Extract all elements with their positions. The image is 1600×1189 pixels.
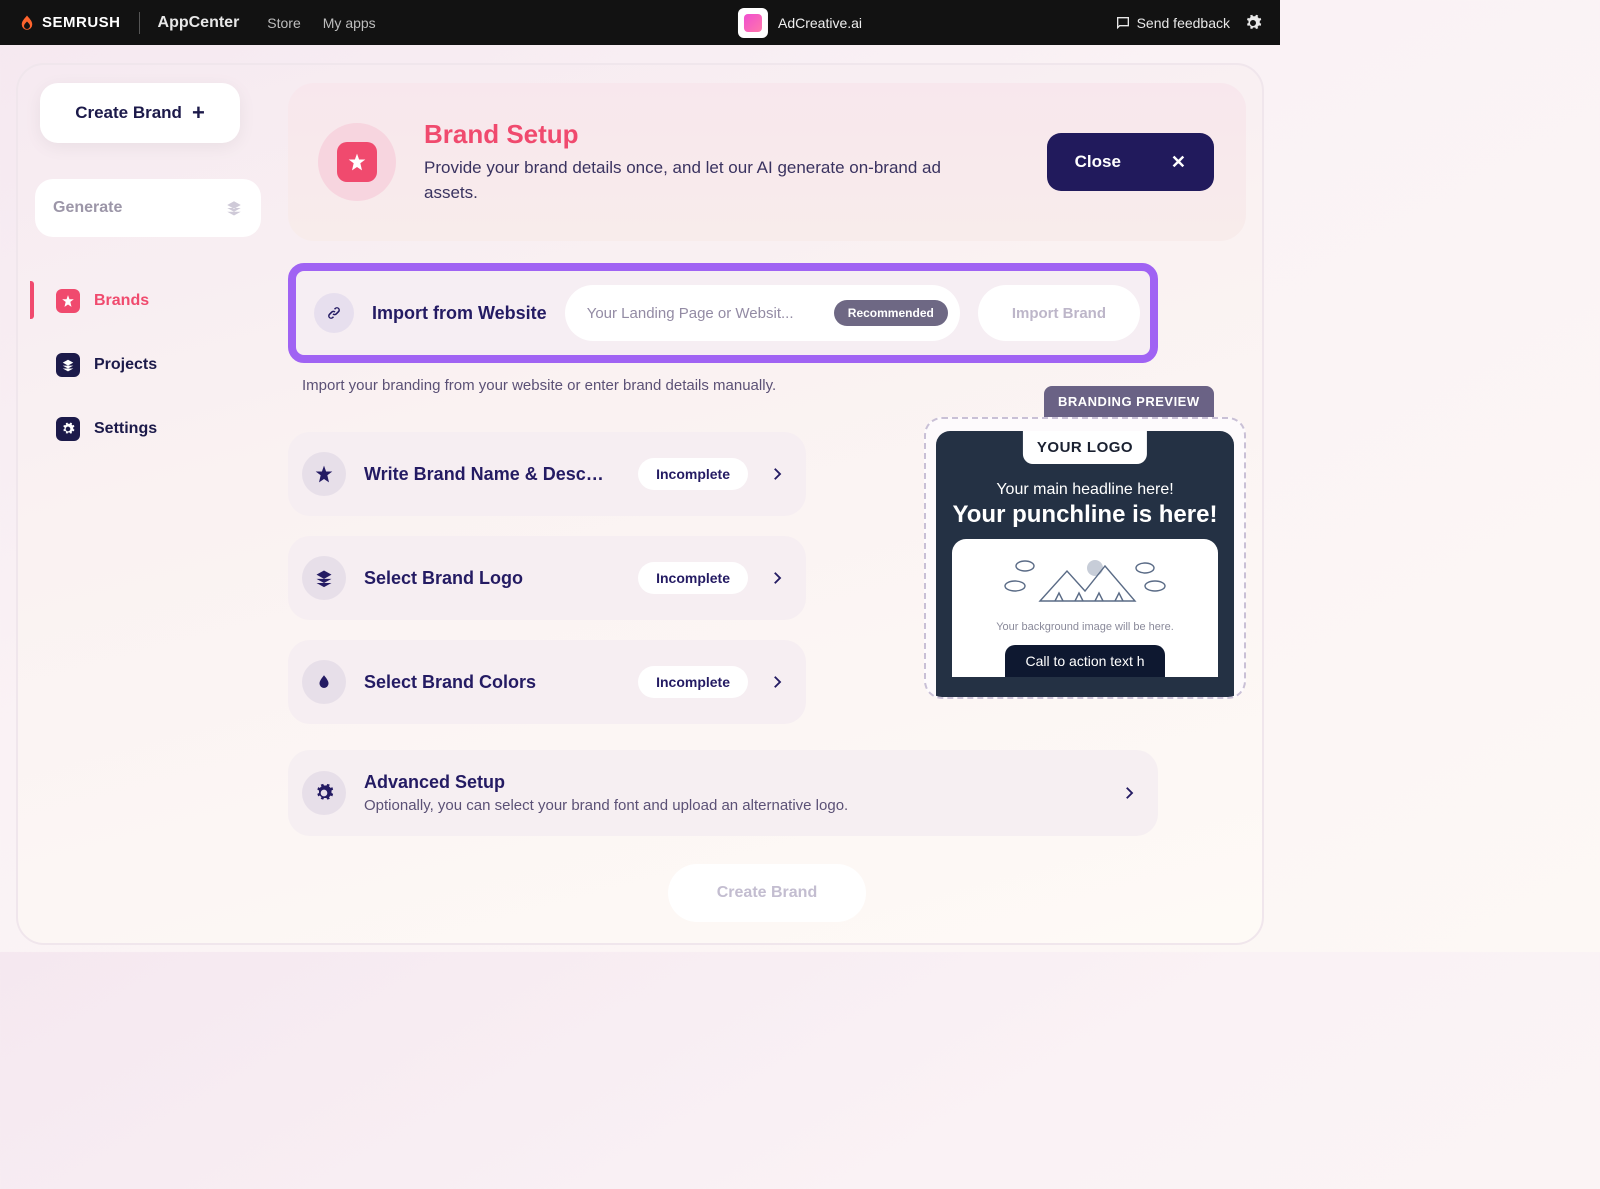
plus-icon: + [192, 100, 205, 126]
sidebar-nav: Brands Projects Settings [34, 289, 270, 441]
appcenter-label[interactable]: AppCenter [158, 14, 240, 32]
preview-bg-text: Your background image will be here. [966, 621, 1204, 633]
app-icon [738, 8, 768, 38]
import-from-website-row: Import from Website Recommended Import B… [288, 263, 1158, 363]
top-nav: Store My apps [267, 15, 375, 31]
gear-solid-icon [302, 771, 346, 815]
sidebar-item-brands[interactable]: Brands [56, 289, 270, 313]
sidebar-label-settings: Settings [94, 420, 157, 438]
app-name: AdCreative.ai [778, 15, 862, 31]
status-badge: Incomplete [638, 458, 748, 490]
create-brand-label: Create Brand [75, 103, 182, 123]
sidebar-item-settings[interactable]: Settings [56, 417, 270, 441]
mountain-sketch-icon [966, 555, 1204, 613]
chevron-right-icon [768, 673, 786, 691]
chevron-right-icon [768, 569, 786, 587]
close-button[interactable]: Close ✕ [1047, 133, 1214, 191]
import-title: Import from Website [372, 303, 547, 324]
feedback-label: Send feedback [1137, 15, 1230, 31]
advanced-title: Advanced Setup [364, 772, 1100, 793]
nav-store[interactable]: Store [267, 15, 300, 31]
sidebar-label-projects: Projects [94, 356, 157, 374]
preview-image-area: Your background image will be here. Call… [952, 539, 1218, 677]
ad-preview: YOUR LOGO Your main headline here! Your … [936, 431, 1234, 697]
top-bar: SEMRUSH AppCenter Store My apps AdCreati… [0, 0, 1280, 45]
close-label: Close [1075, 152, 1121, 172]
create-brand-button[interactable]: Create Brand + [40, 83, 240, 143]
step-title: Select Brand Colors [364, 672, 620, 693]
generate-card[interactable]: Generate [35, 179, 261, 237]
step-brand-logo[interactable]: Select Brand Logo Incomplete [288, 536, 806, 620]
preview-column: BRANDING PREVIEW YOUR LOGO Your main hea… [924, 386, 1246, 744]
star-filled-icon [302, 452, 346, 496]
hero-banner: Brand Setup Provide your brand details o… [288, 83, 1246, 241]
preview-punchline: Your punchline is here! [952, 501, 1218, 529]
droplet-icon [302, 660, 346, 704]
close-icon: ✕ [1171, 152, 1186, 173]
hero-star-icon [337, 142, 377, 182]
brand-block: SEMRUSH AppCenter [18, 12, 239, 34]
stack-icon [225, 199, 243, 217]
status-badge: Incomplete [638, 666, 748, 698]
step-brand-name[interactable]: Write Brand Name & Desc… Incomplete [288, 432, 806, 516]
steps-column: Write Brand Name & Desc… Incomplete Sele… [288, 432, 904, 744]
hero-icon-wrap [318, 123, 396, 201]
chevron-right-icon [1120, 784, 1138, 802]
step-title: Write Brand Name & Desc… [364, 464, 620, 485]
feedback-icon [1115, 15, 1131, 31]
gear-icon [56, 417, 80, 441]
create-brand-submit-button[interactable]: Create Brand [668, 864, 866, 922]
main-panel: Brand Setup Provide your brand details o… [288, 83, 1246, 943]
settings-icon[interactable] [1244, 14, 1262, 32]
preview-cta-pill: Call to action text h [1005, 645, 1164, 677]
divider [139, 12, 140, 34]
app-frame: Create Brand + Generate Brands Projects … [16, 63, 1264, 945]
sidebar-item-projects[interactable]: Projects [56, 353, 270, 377]
sidebar: Create Brand + Generate Brands Projects … [34, 83, 270, 943]
star-icon [56, 289, 80, 313]
nav-myapps[interactable]: My apps [323, 15, 376, 31]
active-app: AdCreative.ai [738, 8, 862, 38]
hero-subtitle: Provide your brand details once, and let… [424, 156, 964, 205]
preview-headline: Your main headline here! [952, 481, 1218, 499]
sidebar-label-brands: Brands [94, 292, 149, 310]
preview-card: YOUR LOGO Your main headline here! Your … [924, 417, 1246, 699]
preview-badge: BRANDING PREVIEW [1044, 386, 1214, 417]
generate-label: Generate [53, 199, 122, 217]
step-title: Select Brand Logo [364, 568, 620, 589]
website-url-input[interactable] [587, 305, 824, 322]
status-badge: Incomplete [638, 562, 748, 594]
semrush-wordmark: SEMRUSH [42, 14, 121, 31]
hero-text: Brand Setup Provide your brand details o… [424, 119, 964, 205]
layers-icon [56, 353, 80, 377]
layers-filled-icon [302, 556, 346, 600]
hero-title: Brand Setup [424, 119, 964, 150]
chevron-right-icon [768, 465, 786, 483]
import-brand-button[interactable]: Import Brand [978, 285, 1140, 341]
semrush-logo[interactable]: SEMRUSH [18, 14, 121, 32]
import-input-wrap: Recommended [565, 285, 960, 341]
preview-logo-tab: YOUR LOGO [1023, 431, 1147, 464]
link-icon [314, 293, 354, 333]
advanced-subtitle: Optionally, you can select your brand fo… [364, 797, 1100, 814]
step-brand-colors[interactable]: Select Brand Colors Incomplete [288, 640, 806, 724]
send-feedback-button[interactable]: Send feedback [1115, 15, 1230, 31]
flame-icon [18, 14, 36, 32]
advanced-setup-row[interactable]: Advanced Setup Optionally, you can selec… [288, 750, 1158, 836]
recommended-badge: Recommended [834, 300, 948, 326]
